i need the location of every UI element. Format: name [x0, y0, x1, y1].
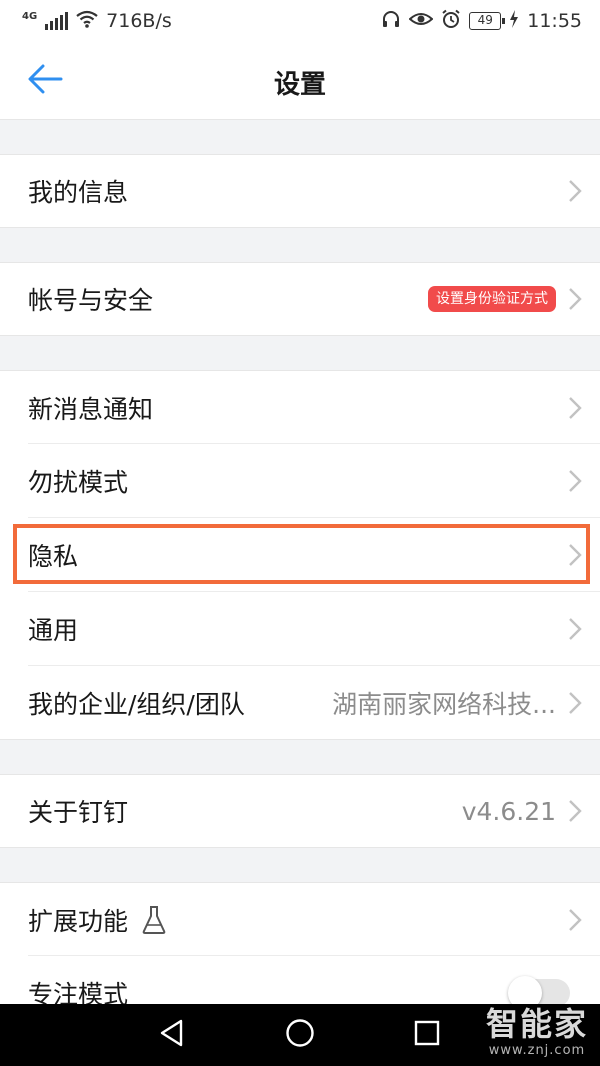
organization-label: 我的企业/组织/团队 — [28, 689, 245, 719]
chevron-right-icon — [569, 180, 582, 202]
settings-item-dnd[interactable]: 勿扰模式 — [0, 444, 600, 518]
navigation-bar: 设置 — [0, 42, 600, 120]
account-security-label: 帐号与安全 — [28, 286, 154, 315]
alarm-icon — [441, 9, 461, 34]
system-home-button[interactable] — [284, 1019, 316, 1051]
settings-item-my-info[interactable]: 我的信息 — [0, 154, 600, 228]
network-speed: 716B/s — [106, 10, 172, 32]
status-left: 4G 716B/s — [22, 10, 172, 33]
new-message-label: 新消息通知 — [28, 394, 154, 424]
dnd-label: 勿扰模式 — [28, 468, 129, 497]
about-label: 关于钉钉 — [28, 798, 129, 827]
network-type: 4G — [22, 11, 38, 22]
version-value: v4.6.21 — [461, 796, 556, 826]
system-back-button[interactable] — [156, 1019, 188, 1051]
chevron-right-icon — [569, 288, 582, 310]
home-circle-icon — [285, 1018, 315, 1052]
general-label: 通用 — [28, 616, 79, 645]
settings-item-new-message[interactable]: 新消息通知 — [0, 370, 600, 444]
page-title: 设置 — [273, 70, 326, 100]
watermark-logo: 智能家 — [485, 1005, 588, 1043]
organization-value: 湖南丽家网络科技... — [332, 689, 556, 719]
settings-item-account-security[interactable]: 帐号与安全 设置身份验证方式 — [0, 262, 600, 336]
chevron-right-icon — [569, 691, 582, 714]
watermark-url: www.znj.com — [488, 1043, 586, 1058]
settings-item-privacy[interactable]: 隐私 — [0, 518, 600, 592]
focus-mode-toggle[interactable] — [508, 976, 570, 1010]
chevron-right-icon — [569, 470, 582, 492]
status-time: 11:55 — [527, 10, 582, 32]
my-info-label: 我的信息 — [28, 178, 129, 207]
headphones-icon — [381, 9, 401, 34]
chevron-right-icon — [569, 800, 582, 822]
settings-item-general[interactable]: 通用 — [0, 592, 600, 666]
eye-icon — [408, 10, 434, 33]
chevron-right-icon — [569, 396, 582, 419]
extensions-label: 扩展功能 — [28, 906, 129, 936]
settings-item-extensions[interactable]: 扩展功能 — [0, 882, 600, 956]
privacy-label: 隐私 — [28, 542, 79, 571]
recents-square-icon — [413, 1019, 441, 1051]
watermark: 智能家 www.znj.com — [486, 1004, 588, 1058]
status-bar: 4G 716B/s 49 11:55 — [0, 0, 600, 42]
flask-icon — [142, 905, 166, 935]
back-triangle-icon — [159, 1019, 185, 1051]
signal-icon — [45, 12, 69, 30]
settings-item-organization[interactable]: 我的企业/组织/团队 湖南丽家网络科技... — [0, 666, 600, 740]
system-recents-button[interactable] — [411, 1019, 443, 1051]
settings-item-about[interactable]: 关于钉钉 v4.6.21 — [0, 774, 600, 848]
verification-badge: 设置身份验证方式 — [428, 286, 556, 312]
status-right: 49 11:55 — [381, 9, 582, 34]
charging-icon — [509, 9, 519, 33]
wifi-icon — [76, 10, 98, 33]
battery-icon: 49 — [469, 12, 506, 30]
chevron-right-icon — [569, 544, 582, 566]
chevron-right-icon — [569, 618, 582, 640]
chevron-right-icon — [569, 908, 582, 931]
